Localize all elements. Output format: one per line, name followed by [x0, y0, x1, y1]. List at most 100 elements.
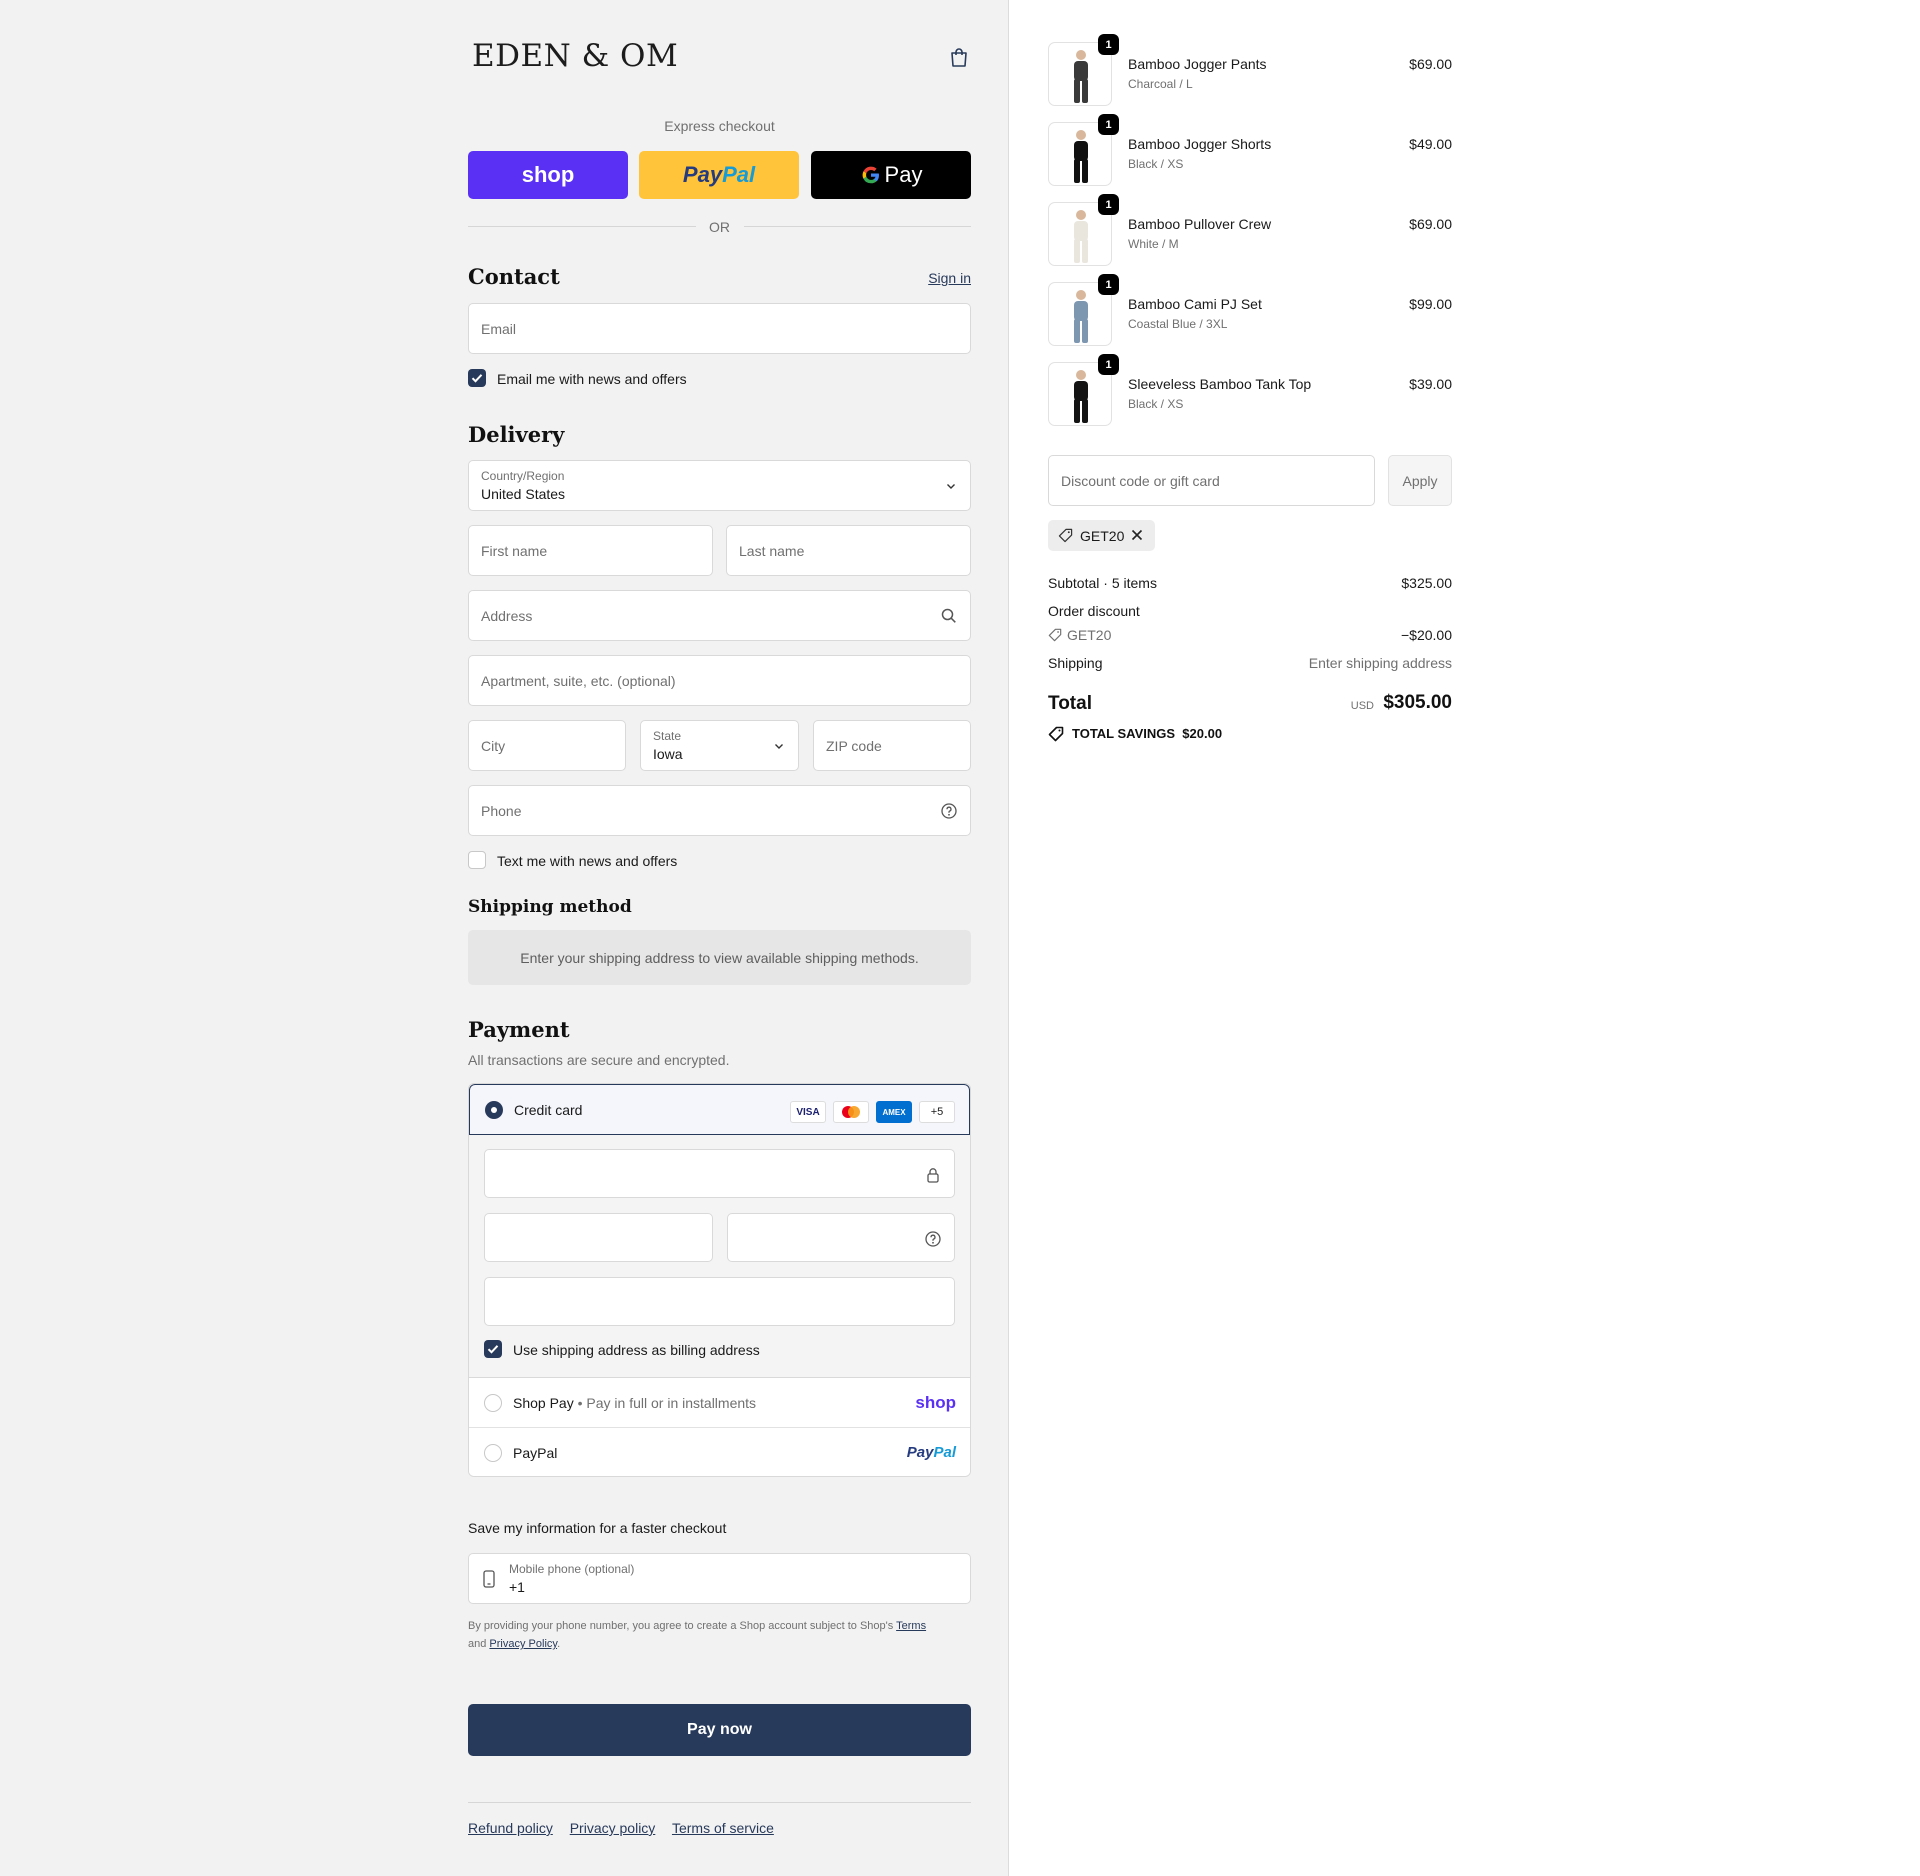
email-optin-label: Email me with news and offers: [497, 371, 687, 387]
email-optin-checkbox[interactable]: [468, 369, 486, 387]
tag-icon: [1058, 528, 1073, 543]
total-savings: TOTAL SAVINGS $20.00: [1072, 726, 1223, 741]
name-on-card-field[interactable]: [484, 1277, 955, 1326]
address-placeholder: Address: [481, 608, 533, 624]
credit-card-form: Use shipping address as billing address: [469, 1135, 970, 1378]
product-price: $69.00: [1409, 216, 1452, 232]
credit-card-option[interactable]: Credit card VISA AMEX +5: [469, 1084, 970, 1135]
mastercard-icon: [833, 1101, 869, 1123]
security-code-field[interactable]: [727, 1213, 955, 1262]
paypal-radio[interactable]: [484, 1444, 502, 1462]
terms-link[interactable]: Terms: [896, 1620, 926, 1632]
email-placeholder: Email: [481, 321, 517, 337]
mobile-phone-value: +1: [509, 1579, 525, 1595]
lock-icon: [927, 1168, 939, 1183]
billing-same-checkbox[interactable]: [484, 1340, 502, 1358]
last-name-field[interactable]: Last name: [726, 525, 971, 576]
product-name: Sleeveless Bamboo Tank Top: [1128, 376, 1312, 392]
close-icon[interactable]: [1131, 529, 1143, 541]
city-field[interactable]: City: [468, 720, 626, 771]
product-name: Bamboo Cami PJ Set: [1128, 296, 1262, 312]
or-divider-label: OR: [709, 219, 730, 235]
google-pay-express-button[interactable]: Pay: [811, 151, 971, 199]
product-price: $39.00: [1409, 376, 1452, 392]
product-variant: Black / XS: [1128, 157, 1184, 171]
product-variant: Coastal Blue / 3XL: [1128, 317, 1228, 331]
product-name: Bamboo Pullover Crew: [1128, 216, 1272, 232]
paypal-logo: PayPal: [682, 162, 756, 187]
quantity-badge: 1: [1098, 114, 1119, 135]
subtotal-label: Subtotal · 5 items: [1048, 575, 1157, 591]
total-value: $305.00: [1383, 692, 1452, 713]
address-field[interactable]: Address: [468, 590, 971, 641]
terms-of-service-link[interactable]: Terms of service: [672, 1820, 774, 1836]
total-currency: USD: [1350, 700, 1374, 712]
zip-placeholder: ZIP code: [826, 738, 882, 754]
chevron-down-icon: [947, 484, 955, 489]
credit-card-label: Credit card: [514, 1102, 583, 1118]
check-icon: [487, 1345, 499, 1354]
paypal-express-button[interactable]: PayPal: [639, 151, 799, 199]
phone-field[interactable]: Phone: [468, 785, 971, 836]
divider-right: [744, 226, 971, 227]
quantity-badge: 1: [1098, 194, 1119, 215]
shopping-bag-icon[interactable]: [950, 47, 968, 67]
paypal-option[interactable]: PayPal PayPal: [469, 1428, 970, 1476]
shipping-method-notice: Enter your shipping address to view avai…: [468, 930, 971, 985]
chevron-down-icon: [775, 744, 783, 749]
billing-same-label: Use shipping address as billing address: [513, 1342, 760, 1358]
refund-policy-link[interactable]: Refund policy: [468, 1820, 553, 1836]
apartment-placeholder: Apartment, suite, etc. (optional): [481, 673, 676, 689]
product-variant: Black / XS: [1128, 397, 1184, 411]
state-value: Iowa: [653, 746, 683, 762]
country-select[interactable]: Country/Region United States: [468, 460, 971, 511]
product-price: $49.00: [1409, 136, 1452, 152]
shipping-value: Enter shipping address: [1308, 655, 1452, 671]
zip-field[interactable]: ZIP code: [813, 720, 971, 771]
pay-now-button[interactable]: Pay now: [468, 1704, 971, 1756]
checkout-form-panel: EDEN & OM Express checkout shop PayPal P…: [0, 0, 1009, 1876]
shop-pay-radio[interactable]: [484, 1394, 502, 1412]
product-price: $99.00: [1409, 296, 1452, 312]
line-item: 1 Sleeveless Bamboo Tank Top Black / XS $39…: [1048, 354, 1452, 426]
store-logo[interactable]: EDEN & OM: [472, 38, 678, 74]
shipping-label: Shipping: [1048, 655, 1103, 671]
save-info-heading: Save my information for a faster checkou…: [468, 1520, 727, 1536]
text-optin-checkbox[interactable]: [468, 851, 486, 869]
country-value: United States: [481, 486, 566, 502]
privacy-policy-footer-link[interactable]: Privacy policy: [570, 1820, 656, 1836]
shop-pay-logo: shop: [915, 1393, 956, 1412]
privacy-policy-link[interactable]: Privacy Policy: [489, 1638, 557, 1650]
first-name-field[interactable]: First name: [468, 525, 713, 576]
contact-heading: Contact: [468, 264, 560, 289]
applied-discount-code: GET20: [1080, 528, 1125, 544]
shop-pay-option[interactable]: Shop Pay • Pay in full or in installment…: [469, 1378, 970, 1428]
apartment-field[interactable]: Apartment, suite, etc. (optional): [468, 655, 971, 706]
help-circle-icon[interactable]: [924, 1230, 942, 1248]
first-name-placeholder: First name: [481, 543, 548, 559]
expiration-date-field[interactable]: [484, 1213, 713, 1262]
state-select[interactable]: State Iowa: [640, 720, 799, 771]
line-item: 1 Bamboo Jogger Pants Charcoal / L $69.00: [1048, 34, 1452, 106]
applied-discount-chip: GET20: [1048, 520, 1155, 551]
sign-in-link[interactable]: Sign in: [928, 270, 971, 286]
discount-code-field[interactable]: Discount code or gift card: [1048, 455, 1375, 506]
discount-value: −$20.00: [1401, 627, 1452, 643]
check-icon: [471, 374, 483, 383]
shop-pay-express-button[interactable]: shop: [468, 151, 628, 199]
city-placeholder: City: [481, 738, 506, 754]
help-circle-icon[interactable]: [940, 802, 958, 820]
quantity-badge: 1: [1098, 354, 1119, 375]
credit-card-radio[interactable]: [485, 1101, 503, 1119]
shipping-method-heading: Shipping method: [468, 897, 632, 917]
amex-icon: AMEX: [876, 1101, 912, 1123]
country-label: Country/Region: [481, 469, 565, 483]
state-label: State: [653, 729, 682, 743]
email-field[interactable]: Email: [468, 303, 971, 354]
product-name: Bamboo Jogger Shorts: [1128, 136, 1272, 152]
product-variant: White / M: [1128, 237, 1179, 251]
card-number-field[interactable]: [484, 1149, 955, 1198]
apply-discount-button[interactable]: Apply: [1388, 455, 1452, 506]
google-pay-label: Pay: [884, 162, 923, 187]
mobile-phone-field[interactable]: Mobile phone (optional) +1: [468, 1553, 971, 1604]
